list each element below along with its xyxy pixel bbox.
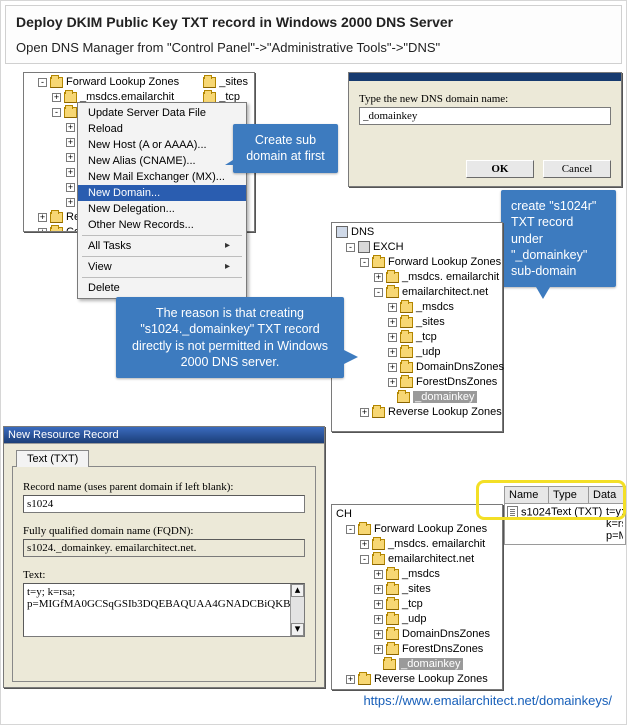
callout-create-subdomain: Create sub domain at first [233, 124, 338, 173]
tree-node[interactable]: _domainkey [332, 390, 502, 405]
page-subtitle: Open DNS Manager from "Control Panel"->"… [16, 40, 611, 55]
dns-tree-panel-middle: DNS -EXCH -Forward Lookup Zones +_msdcs.… [331, 222, 503, 432]
dialog-label: Type the new DNS domain name: [359, 93, 611, 105]
tree-node[interactable]: +_msdcs [332, 567, 502, 582]
tree-node[interactable]: -emailarchitect.net [332, 552, 502, 567]
tree-node[interactable]: +_msdcs. emailarchit [332, 270, 502, 285]
tree-node[interactable]: +_sites [332, 582, 502, 597]
label-record-name: Record name (uses parent domain if left … [23, 481, 305, 493]
context-menu: Update Server Data File Reload New Host … [77, 102, 247, 299]
tree-node[interactable]: +ForestDnsZones [332, 642, 502, 657]
new-resource-record-dialog: New Resource Record Text (TXT) Record na… [3, 426, 325, 688]
menu-reload[interactable]: Reload [78, 121, 246, 137]
tree-node[interactable]: +ForestDnsZones [332, 375, 502, 390]
record-icon [507, 506, 518, 519]
col-type[interactable]: Type [549, 487, 589, 503]
label-text: Text: [23, 569, 305, 581]
new-dns-domain-dialog: Type the new DNS domain name: OK Cancel [348, 72, 622, 187]
menu-delete[interactable]: Delete [78, 280, 246, 296]
tree-node[interactable]: +_msdcs [332, 300, 502, 315]
tree-node[interactable]: -Forward Lookup Zones [332, 522, 502, 537]
instruction-header: Deploy DKIM Public Key TXT record in Win… [5, 5, 622, 64]
menu-new-alias[interactable]: New Alias (CNAME)... [78, 153, 246, 169]
col-name[interactable]: Name [505, 487, 549, 503]
fqdn-input [23, 539, 305, 557]
cancel-button[interactable]: Cancel [543, 160, 611, 178]
page-title: Deploy DKIM Public Key TXT record in Win… [16, 14, 611, 30]
menu-other-new-records[interactable]: Other New Records... [78, 217, 246, 233]
list-header: Name Type Data [504, 486, 626, 504]
menu-view[interactable]: View [78, 259, 246, 275]
scroll-down-icon[interactable]: ▾ [291, 623, 304, 636]
tree-node[interactable]: DNS [332, 225, 502, 240]
record-list-panel: Name Type Data s1024 Text (TXT) t=y; k=r… [504, 486, 626, 545]
footer-link[interactable]: https://www.emailarchitect.net/domainkey… [363, 693, 612, 708]
menu-new-mx[interactable]: New Mail Exchanger (MX)... [78, 169, 246, 185]
tree-node[interactable]: +Reverse Lookup Zones [332, 672, 502, 687]
scroll-up-icon[interactable]: ▴ [291, 584, 304, 597]
dialog-title: New Resource Record [4, 427, 324, 444]
domain-name-input[interactable] [359, 107, 611, 125]
tree-node[interactable]: +_tcp [332, 330, 502, 345]
dns-tree-panel-bottom: CH -Forward Lookup Zones +_msdcs. emaila… [331, 504, 503, 690]
tree-node[interactable]: -EXCH [332, 240, 502, 255]
callout-create-txt: create "s1024r" TXT record under "_domai… [501, 190, 616, 287]
tree-node[interactable]: CH [332, 507, 502, 522]
tree-node[interactable]: _domainkey [332, 657, 502, 672]
tree-node[interactable]: -Forward Lookup Zones [332, 255, 502, 270]
tree-node[interactable]: +Reverse Lookup Zones [332, 405, 502, 420]
col-data[interactable]: Data [589, 487, 625, 503]
tree-node[interactable]: -emailarchitect.net [332, 285, 502, 300]
tree-node[interactable]: +_sites [332, 315, 502, 330]
tree-node[interactable]: +_msdcs. emailarchit [332, 537, 502, 552]
tree-node[interactable]: +DomainDnsZones [332, 627, 502, 642]
ok-button[interactable]: OK [466, 160, 534, 178]
callout-reason: The reason is that creating "s1024._doma… [116, 297, 344, 378]
tree-node[interactable]: +_tcp [332, 597, 502, 612]
tab-txt[interactable]: Text (TXT) [16, 450, 89, 467]
menu-new-host[interactable]: New Host (A or AAAA)... [78, 137, 246, 153]
text-value-area[interactable]: t=y; k=rsa; p=MIGfMA0GCSqGSIb3DQEBAQUAA4… [23, 583, 305, 637]
tree-node[interactable]: +_udp [332, 612, 502, 627]
menu-new-delegation[interactable]: New Delegation... [78, 201, 246, 217]
tree-node[interactable]: _sites [199, 75, 248, 90]
record-name-input[interactable] [23, 495, 305, 513]
menu-update-server-data[interactable]: Update Server Data File [78, 105, 246, 121]
scrollbar[interactable]: ▴ ▾ [290, 584, 304, 636]
menu-all-tasks[interactable]: All Tasks [78, 238, 246, 254]
list-row[interactable]: s1024 Text (TXT) t=y; k=rsa; p=M [504, 504, 626, 545]
menu-new-domain[interactable]: New Domain... [78, 185, 246, 201]
label-fqdn: Fully qualified domain name (FQDN): [23, 525, 305, 537]
